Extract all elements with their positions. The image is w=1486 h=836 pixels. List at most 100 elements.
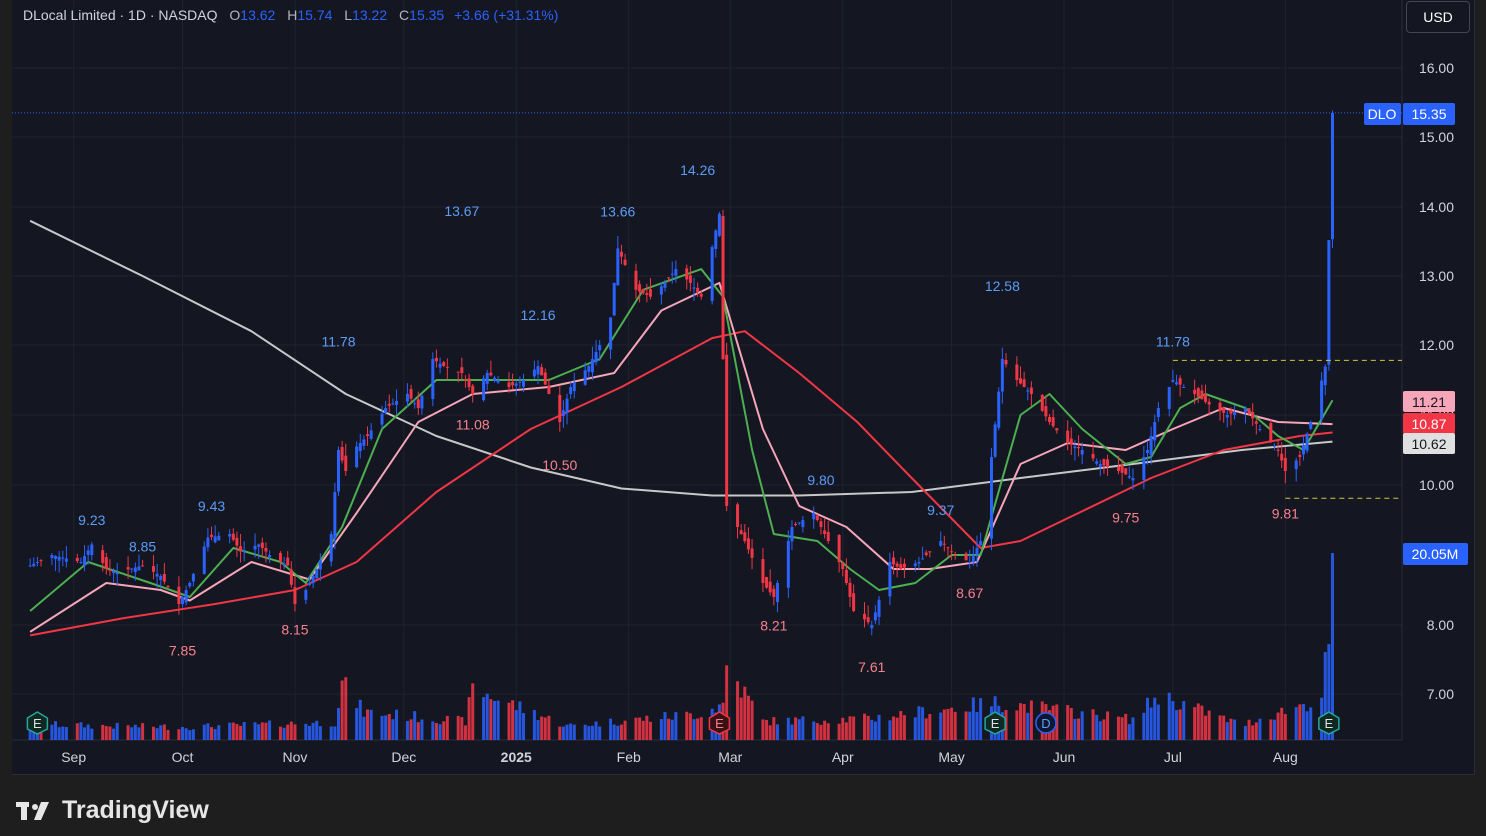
candle-body — [217, 535, 221, 541]
volume-bar — [819, 724, 823, 740]
volume-label: 20.05M — [1412, 546, 1459, 562]
volume-bar — [1182, 701, 1186, 740]
candle-body — [801, 520, 805, 528]
candle-body — [264, 547, 268, 552]
volume-bar — [213, 729, 217, 740]
candle-body — [921, 558, 925, 560]
candle-body — [772, 588, 776, 597]
time-tick-label: Jul — [1164, 749, 1182, 765]
candle-body — [837, 535, 841, 562]
candle-body — [1048, 416, 1052, 422]
low-value: 13.22 — [352, 7, 388, 23]
candle-body — [387, 403, 391, 406]
candle-body — [329, 534, 333, 562]
price-chart[interactable]: 9.23 8.85 7.85 9.43 8.15 11.78 13.67 11.08 12.16… — [12, 0, 1474, 774]
volume-bar — [344, 677, 348, 740]
volume-bar — [532, 710, 536, 740]
volume-bar — [866, 715, 870, 740]
tradingview-brand[interactable]: TradingView — [16, 796, 209, 825]
candle-body — [1218, 402, 1222, 411]
currency-button[interactable]: USD — [1406, 1, 1470, 33]
volume-bar — [794, 717, 798, 740]
volume-bar — [460, 717, 464, 740]
volume-bar — [282, 727, 286, 740]
price-label: 8.15 — [281, 622, 308, 638]
candle-body — [688, 275, 692, 283]
price-tick-label: 14.00 — [1419, 199, 1454, 215]
candle-body — [282, 563, 286, 566]
volume-bar — [801, 716, 805, 740]
candle-body — [213, 536, 217, 543]
candle-body — [623, 259, 627, 265]
candle-body — [1320, 380, 1324, 419]
volume-bar — [561, 726, 565, 740]
candle-body — [278, 552, 282, 562]
volume-bar — [659, 719, 663, 740]
candle-body — [496, 380, 500, 383]
price-axis: 7.008.0010.0011.0012.0013.0014.0015.0016… — [1419, 60, 1454, 702]
candle-body — [130, 568, 134, 570]
candle-body — [1153, 422, 1157, 441]
volume-bar — [1280, 707, 1284, 740]
candle-body — [1156, 408, 1160, 418]
ma-value-label: 11.21 — [1412, 394, 1446, 410]
volume-bar — [1077, 718, 1081, 740]
candle-body — [115, 572, 119, 575]
volume-bar — [1066, 705, 1070, 740]
candle-body — [1022, 379, 1026, 387]
price-tick-label: 13.00 — [1419, 268, 1454, 284]
time-tick-label: Apr — [832, 749, 854, 765]
volume-bar — [877, 714, 881, 740]
time-tick-label: 2025 — [501, 749, 532, 765]
volume-bar — [572, 724, 576, 740]
time-tick-label: May — [938, 749, 964, 765]
candle-body — [888, 562, 892, 597]
volume-bar — [253, 722, 257, 740]
candle-body — [775, 583, 779, 603]
candle-body — [1330, 112, 1334, 240]
volume-bar — [1029, 700, 1033, 740]
volume-bar — [333, 726, 337, 740]
volume-bar — [964, 711, 968, 740]
candle-body — [1131, 478, 1135, 481]
candle-body — [358, 443, 362, 452]
volume-bar — [696, 718, 700, 740]
symbol-header: DLocal Limited · 1D · NASDAQ O13.62 H15.… — [23, 7, 558, 23]
volume-bar — [837, 723, 841, 740]
volume-bar — [667, 718, 671, 740]
price-label: 12.16 — [520, 307, 555, 323]
candle-body — [75, 557, 79, 562]
volume-bar — [1145, 697, 1149, 740]
volume-bar — [293, 724, 297, 740]
candle-body — [206, 537, 210, 548]
candle-body — [768, 581, 772, 593]
candle-body — [619, 251, 623, 257]
candle-body — [380, 413, 384, 425]
candle-body — [928, 551, 932, 553]
price-tick-label: 15.00 — [1419, 129, 1454, 145]
volume-bar — [1251, 725, 1255, 740]
volume-bar — [1330, 553, 1334, 740]
candle-body — [1207, 401, 1211, 405]
volume-bar — [1098, 721, 1102, 740]
volume-bar — [1218, 715, 1222, 740]
volume-bar — [206, 723, 210, 740]
volume-bar — [75, 723, 79, 740]
volume-bar — [645, 715, 649, 740]
volume-bar — [844, 722, 848, 740]
price-label: 9.23 — [78, 512, 105, 528]
candle-body — [939, 541, 943, 546]
chart-area[interactable]: 9.23 8.85 7.85 9.43 8.15 11.78 13.67 11.08 12.16… — [12, 0, 1475, 775]
candle-body — [336, 450, 340, 492]
candle-body — [569, 387, 573, 395]
volume-bar — [1095, 714, 1099, 740]
candle-body — [1124, 468, 1128, 475]
candle-body — [420, 395, 424, 409]
volume-bar — [1174, 710, 1178, 740]
volume-bar — [1102, 719, 1106, 740]
volume-bar — [1269, 719, 1273, 740]
volume-bar — [685, 711, 689, 740]
time-tick-label: Feb — [617, 749, 641, 765]
candle-body — [228, 534, 232, 537]
volume-bar — [786, 717, 790, 740]
